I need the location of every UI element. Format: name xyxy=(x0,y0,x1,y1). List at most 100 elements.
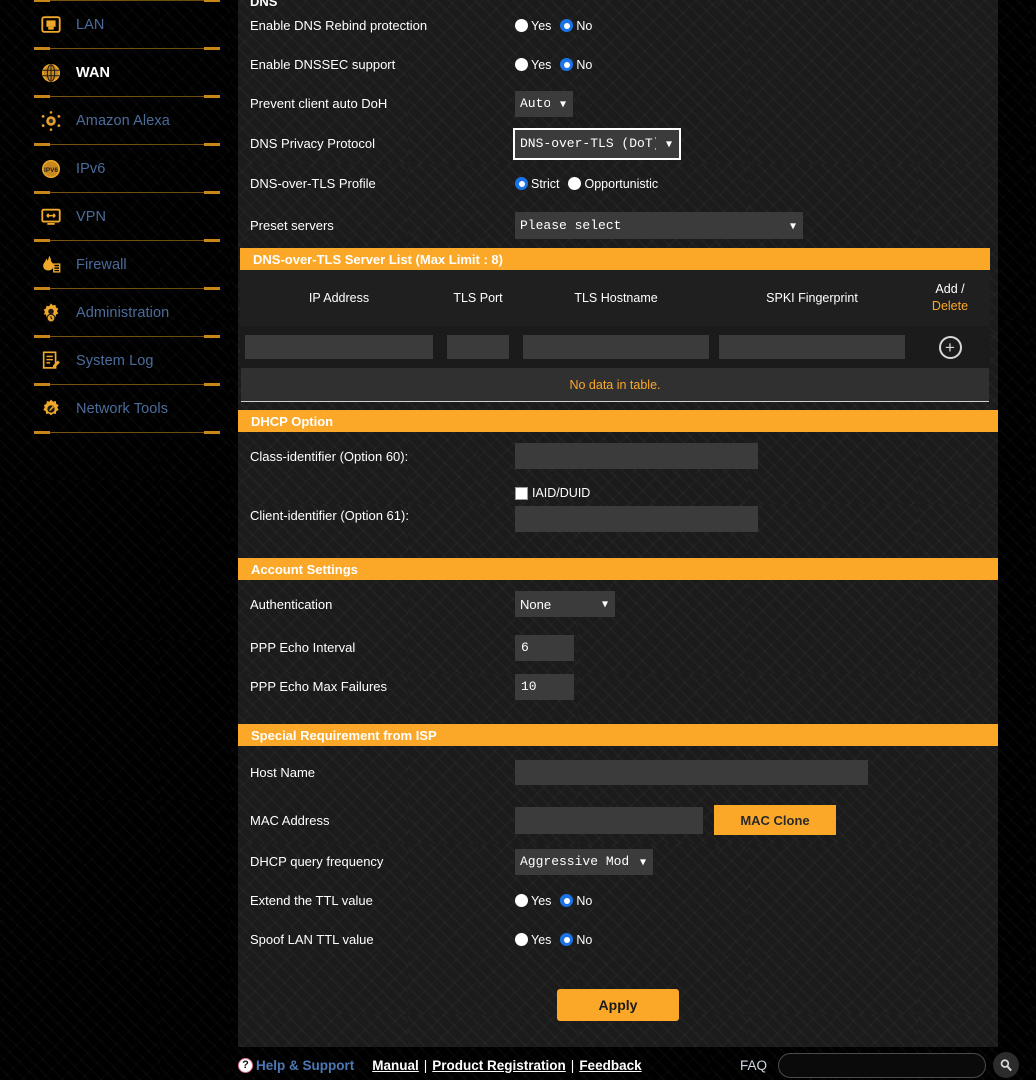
feedback-link[interactable]: Feedback xyxy=(579,1058,641,1073)
dnssec-yes-radio[interactable]: Yes xyxy=(515,58,551,72)
extend-ttl-yes-radio[interactable]: Yes xyxy=(515,894,551,908)
sidebar-item-label: WAN xyxy=(76,64,111,81)
question-mark-icon: ? xyxy=(238,1057,253,1073)
radio-dot xyxy=(515,894,528,907)
authentication-select[interactable]: None xyxy=(515,591,615,617)
settings-panel: DNS Enable DNS Rebind protection Yes No xyxy=(238,0,998,1047)
sidebar-item-wan[interactable]: WAN xyxy=(0,49,230,96)
client-identifier-input[interactable] xyxy=(515,506,758,532)
apply-area: Apply xyxy=(238,959,998,1047)
sidebar-item-label: LAN xyxy=(76,16,105,33)
sidebar-item-administration[interactable]: Administration xyxy=(0,289,230,336)
dns-privacy-protocol-select-wrap: DNS-over-TLS (DoT) xyxy=(513,127,681,160)
client-identifier-label: Client-identifier (Option 61): xyxy=(250,508,409,523)
sidebar-item-label: Firewall xyxy=(76,256,127,273)
link-separator: | xyxy=(423,1057,428,1073)
dnssec-no-radio[interactable]: No xyxy=(560,58,592,72)
sidebar-item-firewall[interactable]: Firewall xyxy=(0,241,230,288)
column-header-port: TLS Port xyxy=(453,291,503,305)
sidebar-item-label: System Log xyxy=(76,352,154,369)
ip-address-input[interactable] xyxy=(245,335,433,359)
sidebar-item-amazon-alexa[interactable]: Amazon Alexa xyxy=(0,97,230,144)
ppp-echo-interval-input[interactable] xyxy=(515,634,574,661)
delete-label: Delete xyxy=(931,299,969,313)
radio-label: No xyxy=(576,57,593,72)
iaid-duid-checkbox-row[interactable]: IAID/DUID xyxy=(515,486,590,500)
nav-divider xyxy=(34,143,220,146)
dns-privacy-protocol-label: DNS Privacy Protocol xyxy=(250,136,375,151)
table-header-row: IP Address TLS Port TLS Hostname SPKI Fi… xyxy=(240,270,990,326)
extend-ttl-row: Extend the TTL value Yes No xyxy=(238,881,998,920)
prevent-doh-select[interactable]: Auto xyxy=(515,90,573,117)
radio-dot xyxy=(568,177,582,190)
dot-server-table: IP Address TLS Port TLS Hostname SPKI Fi… xyxy=(240,270,990,402)
dns-rebind-no-radio[interactable]: No xyxy=(560,19,592,33)
sidebar-item-network-tools[interactable]: Network Tools xyxy=(0,385,230,432)
sidebar-item-vpn[interactable]: VPN xyxy=(0,193,230,240)
host-name-input[interactable] xyxy=(515,759,868,785)
wan-globe-icon xyxy=(42,63,60,82)
preset-servers-select[interactable]: Please select xyxy=(515,212,803,239)
extend-ttl-radio-group: Yes No xyxy=(515,894,592,908)
mac-address-row: MAC Address MAC Clone xyxy=(238,798,998,842)
mac-address-input[interactable] xyxy=(515,806,703,834)
radio-label: Yes xyxy=(531,18,552,33)
help-support-label: Help & Support xyxy=(256,1057,355,1073)
cell-hostname xyxy=(518,335,714,359)
spoof-lan-ttl-no-radio[interactable]: No xyxy=(560,933,592,947)
dns-privacy-protocol-select[interactable]: DNS-over-TLS (DoT) xyxy=(515,129,679,158)
dnssec-row: Enable DNSSEC support Yes No xyxy=(238,45,998,84)
manual-link[interactable]: Manual xyxy=(372,1058,419,1073)
plus-circle-icon[interactable]: + xyxy=(938,335,962,359)
apply-button[interactable]: Apply xyxy=(557,989,679,1021)
extend-ttl-no-radio[interactable]: No xyxy=(560,894,592,908)
spoof-lan-ttl-radio-group: Yes No xyxy=(515,933,592,947)
authentication-label: Authentication xyxy=(250,596,333,612)
vpn-icon xyxy=(41,208,61,225)
class-identifier-row: Class-identifier (Option 60): xyxy=(238,432,998,480)
radio-label: Yes xyxy=(531,893,552,908)
table-empty-message: No data in table. xyxy=(241,368,989,402)
nav-divider xyxy=(34,95,220,98)
radio-dot-selected xyxy=(560,894,574,907)
prevent-doh-label: Prevent client auto DoH xyxy=(250,96,388,111)
magnifier-icon xyxy=(1000,1058,1012,1071)
sidebar-item-label: VPN xyxy=(76,208,107,225)
tls-port-input[interactable] xyxy=(447,335,509,359)
radio-label: Strict xyxy=(531,176,560,191)
column-header-hostname: TLS Hostname xyxy=(574,291,658,305)
add-label: Add / xyxy=(935,282,965,296)
class-identifier-input[interactable] xyxy=(515,443,758,469)
router-admin-page: LAN WAN Amazon Alexa IPV6 IPv6 VPN Firew… xyxy=(0,0,1036,1080)
faq-search-input[interactable] xyxy=(778,1052,986,1078)
spoof-lan-ttl-yes-radio[interactable]: Yes xyxy=(515,933,551,947)
host-name-row: Host Name xyxy=(238,746,998,798)
column-header-ip: IP Address xyxy=(308,291,370,305)
mac-clone-button[interactable]: MAC Clone xyxy=(714,805,836,835)
sidebar-item-system-log[interactable]: System Log xyxy=(0,337,230,384)
faq-search-button[interactable] xyxy=(993,1052,1019,1078)
dhcp-query-select-wrap: Aggressive Mode xyxy=(515,848,653,875)
ppp-echo-max-failures-input[interactable] xyxy=(515,673,574,700)
dhcp-option-header: DHCP Option xyxy=(238,410,998,432)
ppp-echo-interval-row: PPP Echo Interval xyxy=(238,628,998,667)
svg-text:IPV6: IPV6 xyxy=(44,166,58,173)
cell-spki xyxy=(714,335,910,359)
authentication-select-wrap: None xyxy=(515,591,615,617)
dhcp-query-frequency-label: DHCP query frequency xyxy=(250,854,384,869)
dhcp-query-frequency-select[interactable]: Aggressive Mode xyxy=(515,848,653,875)
tls-hostname-input[interactable] xyxy=(523,335,709,359)
client-identifier-row: Client-identifier (Option 61): IAID/DUID xyxy=(238,480,998,542)
lan-icon xyxy=(41,15,61,33)
spki-fingerprint-input[interactable] xyxy=(719,335,905,359)
iaid-duid-checkbox[interactable] xyxy=(515,486,528,500)
dot-profile-strict-radio[interactable]: Strict xyxy=(515,177,559,191)
radio-label: No xyxy=(576,18,593,33)
radio-dot-selected xyxy=(515,177,528,190)
product-registration-link[interactable]: Product Registration xyxy=(432,1058,566,1073)
dot-profile-opportunistic-radio[interactable]: Opportunistic xyxy=(568,177,658,191)
dns-rebind-yes-radio[interactable]: Yes xyxy=(515,19,551,33)
ppp-echo-max-failures-label: PPP Echo Max Failures xyxy=(250,679,388,694)
sidebar-item-lan[interactable]: LAN xyxy=(0,1,230,48)
sidebar-item-ipv6[interactable]: IPV6 IPv6 xyxy=(0,145,230,192)
